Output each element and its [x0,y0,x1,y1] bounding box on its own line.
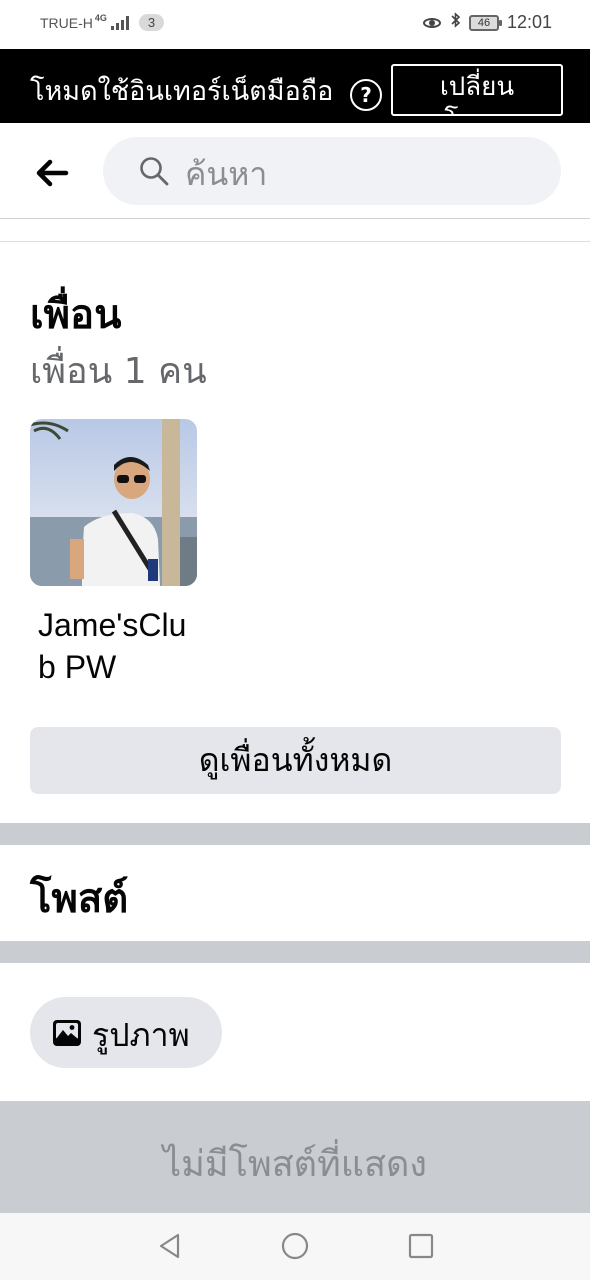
system-nav-bar [0,1213,590,1280]
clock: 12:01 [506,12,552,32]
search-icon [140,157,169,186]
section-divider-thick [0,941,590,963]
section-divider [0,241,590,242]
friends-title: เพื่อน [30,292,122,338]
photos-label: รูปภาพ [92,1016,190,1054]
network-type: 4G [94,12,107,23]
notification-count-badge: 3 [138,14,165,31]
empty-posts-message: ไม่มีโพสต์ที่แสดง [0,1101,590,1213]
back-arrow-icon[interactable] [30,151,74,195]
status-bar: TRUE-H 4G 3 46 12:01 [0,0,590,48]
mobile-data-banner: โหมดใช้อินเทอร์เน็ตมือถือ ? เปลี่ยน โหมด [0,49,590,123]
search-placeholder: ค้นหา [185,155,268,193]
status-left: TRUE-H 4G 3 [40,12,165,31]
nav-recents-icon[interactable] [406,1231,436,1261]
see-all-friends-button[interactable]: ดูเพื่อนทั้งหมด [30,727,561,794]
mobile-data-mode-text: โหมดใช้อินเทอร์เน็ตมือถือ [30,76,334,107]
carrier-label: TRUE-H [40,14,93,31]
signal-icon [110,15,129,30]
search-header: ค้นหา [0,123,590,219]
friend-name[interactable]: Jame'sClub PW [38,604,198,688]
nav-back-icon[interactable] [155,1231,185,1261]
eye-comfort-icon [422,16,443,30]
nav-home-icon[interactable] [280,1231,310,1261]
bluetooth-icon [451,12,461,33]
photos-button[interactable]: รูปภาพ [30,997,222,1068]
search-input[interactable]: ค้นหา [103,137,561,205]
photos-icon [53,1020,81,1046]
friends-count: เพื่อน 1 คน [30,351,207,392]
switch-mode-button[interactable]: เปลี่ยน โหมด [391,64,563,116]
section-divider-thick [0,823,590,845]
friend-avatar[interactable] [30,419,197,586]
help-icon[interactable]: ? [350,79,382,111]
posts-title: โพสต์ [30,876,129,922]
battery-icon: 46 [468,14,502,31]
status-right: 46 12:01 [422,12,552,33]
